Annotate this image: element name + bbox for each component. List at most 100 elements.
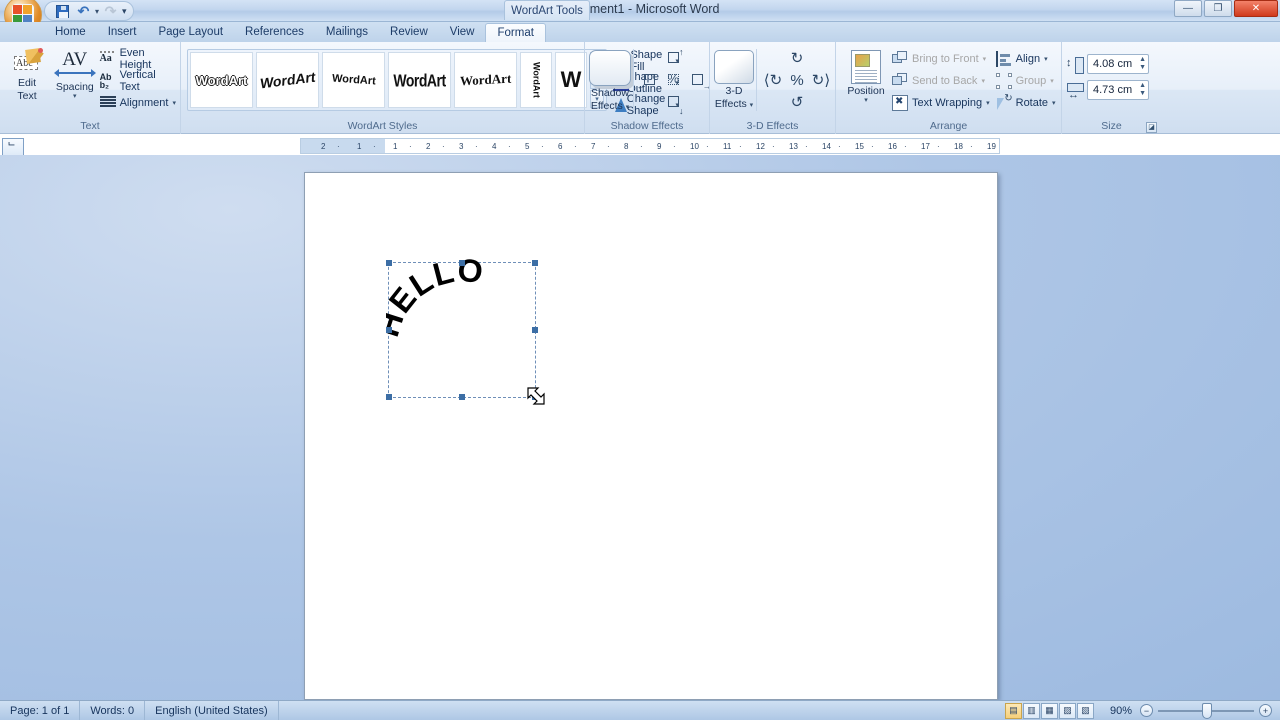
shape-height-stepper[interactable]: ▲ ▼ xyxy=(1139,56,1146,72)
nudge-shadow-right-button[interactable]: → xyxy=(690,72,712,91)
wordart-style-3[interactable]: WordArt xyxy=(322,52,385,108)
close-button[interactable]: ✕ xyxy=(1234,0,1278,17)
ribbon-tabs: Home Insert Page Layout References Maili… xyxy=(0,22,1280,42)
send-to-back-icon xyxy=(892,73,908,89)
3d-effects-label-line1: 3-D xyxy=(725,85,743,97)
shadow-effects-caret-icon[interactable]: ▾ xyxy=(626,104,630,111)
web-layout-view-button[interactable]: ▦ xyxy=(1040,702,1058,719)
edit-text-button[interactable]: Abc Edit Text xyxy=(4,47,50,102)
outline-view-button[interactable]: ▨ xyxy=(1058,702,1076,719)
spacing-caret-icon[interactable]: ▾ xyxy=(73,93,77,100)
ruler-tick: 4 xyxy=(492,142,497,151)
shadow-effects-button[interactable]: Shadow Effects ▾ xyxy=(589,47,631,112)
ruler-tick: 19 xyxy=(987,142,996,151)
zoom-slider[interactable]: − + xyxy=(1140,702,1280,719)
3d-on-off-button[interactable]: % xyxy=(790,73,803,88)
tab-review[interactable]: Review xyxy=(379,23,439,42)
wordart-styles-gallery: WordArt WordArt WordArt WordArt WordArt … xyxy=(187,49,607,111)
ruler-dot: · xyxy=(871,142,874,151)
tab-view[interactable]: View xyxy=(439,23,486,42)
ruler-tick: 18 xyxy=(954,142,963,151)
alignment-button[interactable]: Alignment ▾ xyxy=(99,92,176,114)
tab-references[interactable]: References xyxy=(234,23,315,42)
position-icon xyxy=(851,50,881,84)
zoom-level[interactable]: 90% xyxy=(1102,705,1140,717)
spacing-button[interactable]: AV Spacing ▾ xyxy=(50,47,100,100)
horizontal-ruler[interactable]: 2 · 1 · 1 · 2 · 3 · 4 · 5 · 6 · 7 · 8 · 9 · 10 · 11 · 12 · 13 · 14 · 15 ·… xyxy=(300,138,1000,154)
full-screen-reading-view-button[interactable]: ▥ xyxy=(1022,702,1040,719)
ruler-tick: 15 xyxy=(855,142,864,151)
3d-effects-button[interactable]: 3-D Effects ▾ xyxy=(714,47,754,110)
rotate-button[interactable]: Rotate ▾ xyxy=(996,92,1056,114)
word-count-status[interactable]: Words: 0 xyxy=(80,700,146,720)
text-wrapping-caret-icon[interactable]: ▾ xyxy=(986,99,990,107)
shadow-effects-icon xyxy=(589,50,631,86)
resize-handle-top-right[interactable] xyxy=(532,260,538,266)
tab-insert[interactable]: Insert xyxy=(97,23,148,42)
group-button[interactable]: Group ▾ xyxy=(995,70,1056,92)
resize-handle-top-left[interactable] xyxy=(386,260,392,266)
resize-handle-middle-right[interactable] xyxy=(532,327,538,333)
tab-format[interactable]: Format xyxy=(485,23,546,42)
bring-to-front-button[interactable]: Bring to Front ▾ xyxy=(892,48,990,70)
tilt-left-button[interactable]: ⟨↻ xyxy=(764,73,782,88)
tab-home[interactable]: Home xyxy=(44,23,97,42)
restore-button[interactable]: ❐ xyxy=(1204,0,1232,17)
wordart-style-4[interactable]: WordArt xyxy=(388,52,451,108)
shape-width-stepper[interactable]: ▲ ▼ xyxy=(1139,82,1146,98)
group-title-3d-effects: 3-D Effects xyxy=(746,120,799,132)
zoom-in-button[interactable]: + xyxy=(1259,704,1272,717)
minimize-button[interactable]: — xyxy=(1174,0,1202,17)
tab-mailings[interactable]: Mailings xyxy=(315,23,379,42)
wordart-style-2[interactable]: WordArt xyxy=(256,52,319,108)
edit-text-label-line2: Text xyxy=(17,90,37,102)
align-caret-icon[interactable]: ▾ xyxy=(1044,55,1048,63)
text-wrapping-button[interactable]: Text Wrapping ▾ xyxy=(892,92,990,114)
language-status[interactable]: English (United States) xyxy=(145,700,279,720)
document-page[interactable]: HELLO xyxy=(304,172,998,700)
group-caret-icon[interactable]: ▾ xyxy=(1050,77,1054,85)
print-layout-view-button[interactable]: ▤ xyxy=(1004,702,1022,719)
shadow-on-off-button[interactable]: % xyxy=(666,71,683,89)
resize-handle-bottom-left[interactable] xyxy=(386,394,392,400)
send-to-back-caret-icon[interactable]: ▾ xyxy=(981,77,985,85)
tilt-down-button[interactable]: ↺ xyxy=(791,95,804,110)
vertical-text-button[interactable]: Ab b₂ Vertical Text xyxy=(100,69,176,93)
position-caret-icon[interactable]: ▾ xyxy=(864,97,868,104)
rotate-caret-icon[interactable]: ▾ xyxy=(1052,99,1056,107)
zoom-slider-track[interactable] xyxy=(1158,702,1254,719)
position-button[interactable]: Position ▾ xyxy=(840,47,892,104)
wordart-style-7[interactable]: W xyxy=(555,52,587,108)
status-bar: Page: 1 of 1 Words: 0 English (United St… xyxy=(0,700,1280,720)
nudge-shadow-up-button[interactable]: ↑ xyxy=(666,47,684,67)
page-status[interactable]: Page: 1 of 1 xyxy=(0,700,81,720)
align-button[interactable]: Align ▾ xyxy=(995,48,1056,70)
tilt-right-button[interactable]: ↻⟩ xyxy=(812,73,830,88)
wordart-style-6[interactable]: WordArt xyxy=(520,52,552,108)
3d-effects-caret-icon[interactable]: ▾ xyxy=(750,102,754,109)
wordart-style-1[interactable]: WordArt xyxy=(190,52,253,108)
resize-handle-top-center[interactable] xyxy=(459,260,465,266)
alignment-caret-icon[interactable]: ▾ xyxy=(172,99,176,107)
resize-handle-middle-left[interactable] xyxy=(386,327,392,333)
zoom-out-button[interactable]: − xyxy=(1140,704,1153,717)
nudge-shadow-controls: ↑ ← % → ↓ xyxy=(637,47,712,116)
draft-view-button[interactable]: ▧ xyxy=(1076,702,1094,719)
wordart-style-5[interactable]: WordArt xyxy=(454,52,517,108)
nudge-shadow-left-button[interactable]: ← xyxy=(637,72,659,91)
align-icon xyxy=(995,51,1012,67)
shape-height-input[interactable]: 4.08 cm ▲ ▼ xyxy=(1087,54,1149,74)
tilt-up-button[interactable]: ↻ xyxy=(791,51,804,66)
zoom-slider-thumb[interactable] xyxy=(1202,702,1212,719)
shape-width-input[interactable]: 4.73 cm ▲ ▼ xyxy=(1087,80,1149,100)
nudge-shadow-down-button[interactable]: ↓ xyxy=(666,94,684,116)
rotate-label: Rotate xyxy=(1015,97,1049,109)
resize-handle-bottom-center[interactable] xyxy=(459,394,465,400)
size-dialog-launcher[interactable]: ◪ xyxy=(1146,122,1157,133)
ruler-tick: 17 xyxy=(921,142,930,151)
wordart-object[interactable]: HELLO xyxy=(386,257,538,400)
even-height-button[interactable]: Aa Even Height xyxy=(99,47,176,71)
send-to-back-button[interactable]: Send to Back ▾ xyxy=(892,70,990,92)
tab-page-layout[interactable]: Page Layout xyxy=(147,23,234,42)
bring-to-front-caret-icon[interactable]: ▾ xyxy=(983,55,987,63)
